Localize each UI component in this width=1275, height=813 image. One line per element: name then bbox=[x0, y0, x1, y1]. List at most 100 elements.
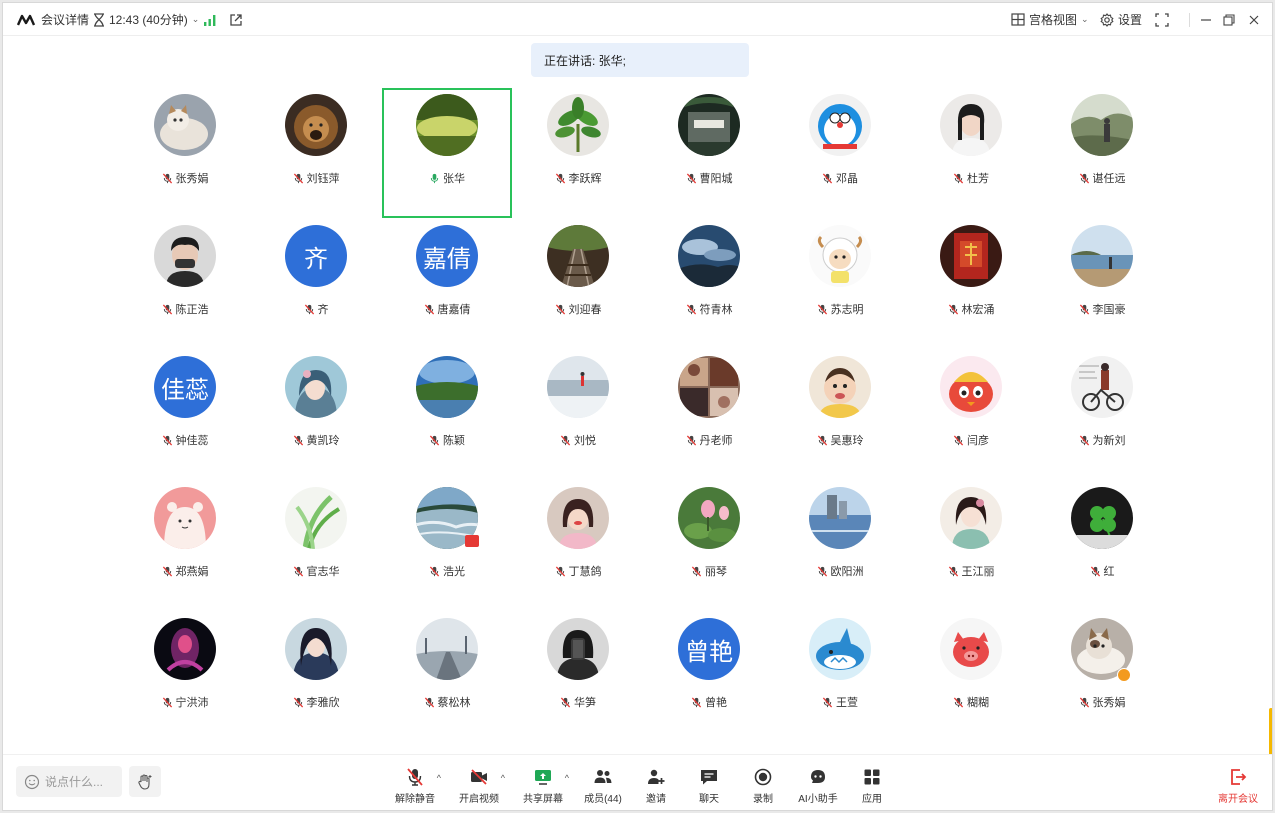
participant-tile[interactable]: 曾艳 曾艳 bbox=[644, 612, 774, 742]
members-button[interactable]: 成员(44) bbox=[573, 767, 633, 807]
unmute-button[interactable]: 解除静音 ^ bbox=[385, 767, 445, 807]
participant-tile[interactable]: 符青林 bbox=[644, 219, 774, 349]
minimize-button[interactable] bbox=[1200, 3, 1212, 36]
settings-label: 设置 bbox=[1118, 13, 1143, 27]
avatar-image bbox=[154, 618, 216, 680]
avatar-image bbox=[547, 487, 609, 549]
participant-tile[interactable]: 刘钰萍 bbox=[251, 88, 381, 218]
participant-tile[interactable]: 邓晶 bbox=[775, 88, 905, 218]
invite-button[interactable]: 邀请 bbox=[626, 767, 686, 807]
participant-tile[interactable]: 红 bbox=[1037, 481, 1167, 611]
participant-name-row: 华笋 bbox=[513, 694, 643, 710]
mic-muted-icon bbox=[1090, 565, 1100, 577]
avatar-image bbox=[940, 618, 1002, 680]
participant-tile[interactable]: 张秀娟 bbox=[120, 88, 250, 218]
participant-tile[interactable]: 李跃辉 bbox=[513, 88, 643, 218]
share-screen-button[interactable]: 共享屏幕 ^ bbox=[513, 767, 573, 807]
participant-tile[interactable]: 丹老师 bbox=[644, 350, 774, 480]
participant-tile[interactable]: 华笋 bbox=[513, 612, 643, 742]
participant-tile[interactable]: 为新刘 bbox=[1037, 350, 1167, 480]
leave-meeting-button[interactable]: 离开会议 bbox=[1208, 767, 1268, 807]
participant-tile[interactable]: 曹阳城 bbox=[644, 88, 774, 218]
participant-tile[interactable]: 齐齐 bbox=[251, 219, 381, 349]
participant-tile[interactable]: 闫彦 bbox=[906, 350, 1036, 480]
restore-icon bbox=[1223, 13, 1235, 26]
mic-muted-icon bbox=[948, 303, 958, 315]
avatar-initials: 齐 bbox=[304, 244, 328, 273]
chevron-up-icon[interactable]: ^ bbox=[437, 773, 441, 783]
avatar-image bbox=[1071, 487, 1133, 549]
avatar bbox=[809, 356, 871, 418]
restore-button[interactable] bbox=[1223, 3, 1235, 36]
participant-tile[interactable]: 糊糊 bbox=[906, 612, 1036, 742]
participant-tile[interactable]: 丽琴 bbox=[644, 481, 774, 611]
avatar-image bbox=[940, 225, 1002, 287]
participant-tile[interactable]: 李国豪 bbox=[1037, 219, 1167, 349]
avatar: 嘉倩 bbox=[416, 225, 478, 287]
participant-tile[interactable]: 吴惠玲 bbox=[775, 350, 905, 480]
quick-chat-input[interactable]: 说点什么... bbox=[16, 766, 122, 797]
participant-tile[interactable]: 刘悦 bbox=[513, 350, 643, 480]
participant-tile[interactable]: 王江丽 bbox=[906, 481, 1036, 611]
signal-indicator[interactable] bbox=[203, 3, 217, 36]
ai-assistant-button[interactable]: AI小助手 bbox=[788, 767, 848, 807]
avatar-image bbox=[678, 356, 740, 418]
start-video-button[interactable]: 开启视频 ^ bbox=[449, 767, 509, 807]
avatar bbox=[285, 94, 347, 156]
avatar bbox=[154, 225, 216, 287]
participant-tile[interactable]: 王萱 bbox=[775, 612, 905, 742]
close-button[interactable] bbox=[1248, 3, 1260, 36]
mic-muted-icon bbox=[1079, 696, 1089, 708]
participant-name: 刘迎春 bbox=[568, 304, 602, 316]
participant-tile[interactable]: 郑燕娟 bbox=[120, 481, 250, 611]
participant-tile[interactable]: 张华 bbox=[382, 88, 512, 218]
participant-name-row: 李跃辉 bbox=[513, 170, 643, 186]
fullscreen-button[interactable] bbox=[1155, 3, 1169, 36]
participant-tile[interactable]: 杜芳 bbox=[906, 88, 1036, 218]
avatar-image bbox=[285, 618, 347, 680]
popout-button[interactable] bbox=[229, 3, 243, 36]
avatar bbox=[809, 94, 871, 156]
chat-bubble-icon bbox=[701, 770, 717, 785]
chat-button[interactable]: 聊天 bbox=[679, 767, 739, 807]
participant-name-row: 吴惠玲 bbox=[775, 432, 905, 448]
participant-tile[interactable]: 李雅欣 bbox=[251, 612, 381, 742]
avatar bbox=[940, 225, 1002, 287]
apps-label: 应用 bbox=[862, 794, 882, 805]
grid-view-button[interactable]: 宫格视图 ⌄ bbox=[1011, 3, 1089, 36]
chevron-up-icon[interactable]: ^ bbox=[501, 773, 505, 783]
participant-name: 张华 bbox=[443, 173, 465, 185]
participant-tile[interactable]: 嘉倩 唐嘉倩 bbox=[382, 219, 512, 349]
apps-button[interactable]: 应用 bbox=[842, 767, 902, 807]
participant-tile[interactable]: 陈颖 bbox=[382, 350, 512, 480]
participant-tile[interactable]: 丁慧鸽 bbox=[513, 481, 643, 611]
avatar: 佳蕊 bbox=[154, 356, 216, 418]
participant-tile[interactable]: 宁洪沛 bbox=[120, 612, 250, 742]
participant-tile[interactable]: 林宏涌 bbox=[906, 219, 1036, 349]
participant-tile[interactable]: 浩光 bbox=[382, 481, 512, 611]
participant-tile[interactable]: 刘迎春 bbox=[513, 219, 643, 349]
participant-name-row: 刘悦 bbox=[513, 432, 643, 448]
participant-tile[interactable]: 苏志明 bbox=[775, 219, 905, 349]
avatar bbox=[678, 487, 740, 549]
participant-tile[interactable]: 谌任远 bbox=[1037, 88, 1167, 218]
avatar bbox=[285, 618, 347, 680]
record-button[interactable]: 录制 bbox=[733, 767, 793, 807]
participant-tile[interactable]: 佳蕊 钟佳蕊 bbox=[120, 350, 250, 480]
participant-tile[interactable]: 陈正浩 bbox=[120, 219, 250, 349]
participant-tile[interactable]: 蔡松林 bbox=[382, 612, 512, 742]
avatar bbox=[547, 356, 609, 418]
participant-name-row: 刘钰萍 bbox=[251, 170, 381, 186]
chevron-up-icon[interactable]: ^ bbox=[565, 773, 569, 783]
participant-tile[interactable]: 欧阳洲 bbox=[775, 481, 905, 611]
meeting-timer[interactable]: 12:43 (40分钟) ⌄ bbox=[93, 3, 199, 36]
participant-name: 闫彦 bbox=[967, 435, 989, 447]
participant-tile[interactable]: 黄凯玲 bbox=[251, 350, 381, 480]
participant-tile[interactable]: 官志华 bbox=[251, 481, 381, 611]
raise-hand-button[interactable] bbox=[129, 766, 161, 797]
meeting-details-button[interactable]: 会议详情 bbox=[17, 3, 89, 36]
settings-button[interactable]: 设置 bbox=[1100, 3, 1142, 36]
mic-muted-icon bbox=[1079, 172, 1089, 184]
gear-icon bbox=[1100, 12, 1114, 27]
participant-tile[interactable]: 张秀娟 bbox=[1037, 612, 1167, 742]
